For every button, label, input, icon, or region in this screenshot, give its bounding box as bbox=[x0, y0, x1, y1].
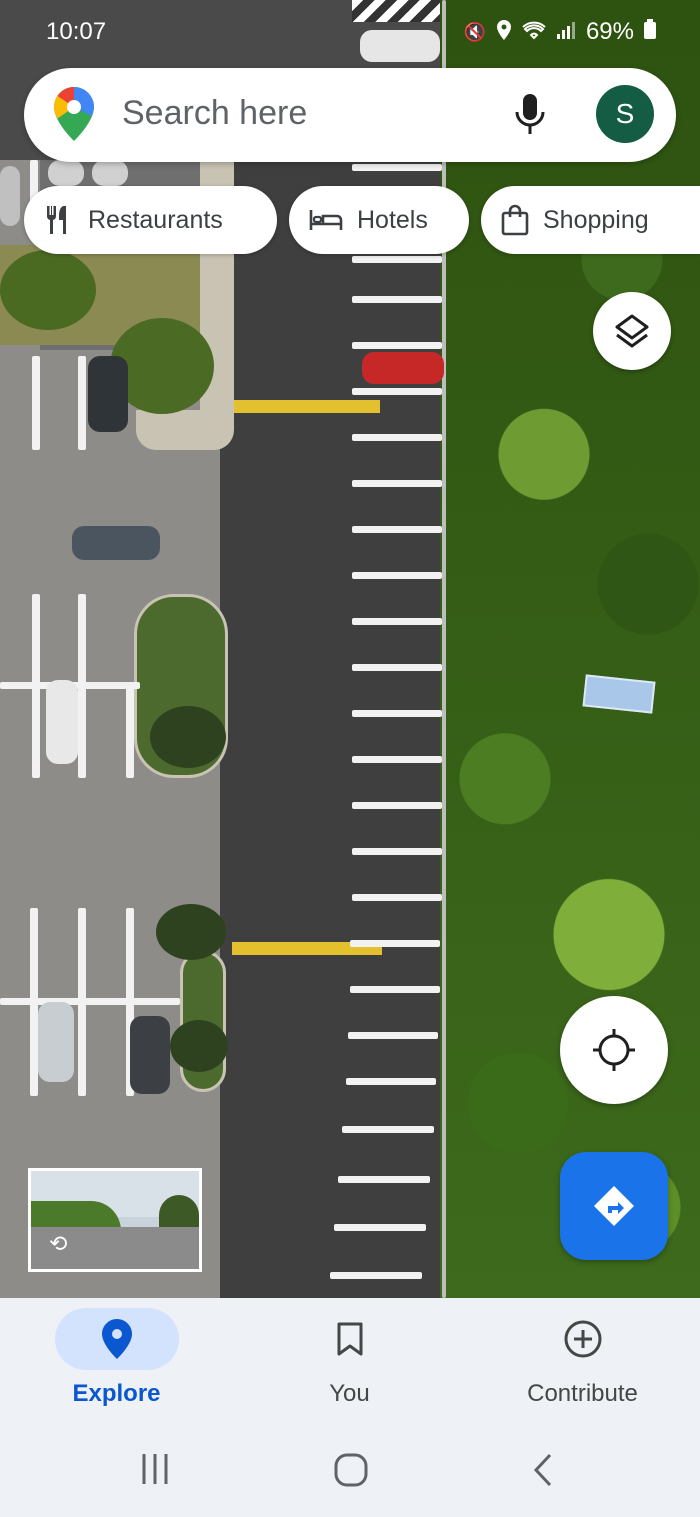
fork-knife-icon bbox=[46, 206, 66, 234]
explore-pin-icon bbox=[101, 1319, 132, 1359]
map-parking-line bbox=[342, 1126, 434, 1133]
chip-hotels[interactable]: Hotels bbox=[289, 186, 469, 254]
map-parking-line bbox=[330, 1272, 422, 1279]
tab-you-indicator bbox=[288, 1308, 412, 1370]
map-parking-line bbox=[352, 756, 442, 763]
directions-icon bbox=[594, 1186, 634, 1226]
recent-apps-icon[interactable] bbox=[140, 1452, 170, 1491]
map-parking-line bbox=[352, 526, 442, 533]
map-parking-line bbox=[352, 664, 442, 671]
tab-explore-indicator bbox=[54, 1308, 179, 1370]
map-tree bbox=[150, 706, 226, 768]
search-bar[interactable]: Search here S bbox=[24, 68, 676, 162]
map-car bbox=[88, 356, 128, 432]
signal-icon bbox=[556, 20, 576, 45]
map-parking-line bbox=[78, 356, 86, 450]
map-parking-line bbox=[352, 164, 442, 171]
map-parking-line bbox=[352, 342, 442, 349]
map-tree bbox=[170, 1020, 228, 1072]
layers-icon bbox=[615, 314, 649, 348]
map-car bbox=[72, 526, 160, 560]
google-maps-logo-icon bbox=[54, 87, 94, 141]
map-parking-line bbox=[352, 894, 442, 901]
my-location-button[interactable] bbox=[560, 996, 668, 1104]
map-parking-line bbox=[352, 480, 442, 487]
status-icons: 🔇 69% bbox=[464, 18, 656, 46]
map-parking-line bbox=[352, 296, 442, 303]
chip-label: Hotels bbox=[357, 205, 428, 234]
status-time: 10:07 bbox=[46, 18, 107, 45]
map-parking-line bbox=[0, 998, 180, 1005]
chip-label: Restaurants bbox=[88, 205, 223, 234]
tab-contribute-label: Contribute bbox=[527, 1380, 638, 1407]
map-tree bbox=[156, 904, 226, 960]
map-car bbox=[48, 160, 84, 186]
shopping-bag-icon bbox=[501, 204, 529, 236]
tab-contribute-indicator bbox=[521, 1308, 645, 1370]
tab-explore[interactable]: Explore bbox=[0, 1298, 233, 1428]
my-location-icon bbox=[593, 1029, 635, 1071]
map-parking-line bbox=[350, 940, 440, 947]
map-parking-line bbox=[352, 848, 442, 855]
layers-button[interactable] bbox=[593, 292, 671, 370]
map-parking-line bbox=[334, 1224, 426, 1231]
map-parking-line bbox=[352, 572, 442, 579]
status-bar: 10:07 🔇 69% bbox=[0, 0, 700, 62]
map-parking-line bbox=[352, 802, 442, 809]
microphone-icon[interactable] bbox=[512, 92, 548, 138]
map-parking-line bbox=[352, 256, 442, 263]
account-avatar[interactable]: S bbox=[596, 85, 654, 143]
map-car bbox=[362, 352, 444, 384]
back-icon[interactable] bbox=[530, 1452, 556, 1493]
home-icon[interactable] bbox=[333, 1452, 369, 1493]
avatar-letter: S bbox=[615, 98, 635, 129]
map-parking-line bbox=[348, 1032, 438, 1039]
street-view-thumbnail[interactable]: ⟲ bbox=[28, 1168, 202, 1272]
map-parking-line bbox=[346, 1078, 436, 1085]
tab-explore-label: Explore bbox=[72, 1380, 161, 1407]
map-parking-line bbox=[352, 388, 442, 395]
chip-restaurants[interactable]: Restaurants bbox=[24, 186, 277, 254]
map-parking-line bbox=[352, 710, 442, 717]
bed-icon bbox=[309, 210, 343, 230]
map-parking-line bbox=[338, 1176, 430, 1183]
wifi-icon bbox=[522, 20, 546, 45]
map-parking-line bbox=[32, 356, 40, 450]
tab-contribute[interactable]: Contribute bbox=[466, 1298, 699, 1428]
map-parking-line bbox=[126, 684, 134, 778]
map-parking-line bbox=[352, 434, 442, 441]
map-car bbox=[130, 1016, 170, 1094]
bookmark-icon bbox=[337, 1322, 362, 1356]
battery-text: 69% bbox=[585, 18, 634, 45]
map-parking-line bbox=[352, 618, 442, 625]
location-icon bbox=[496, 19, 512, 45]
map-car bbox=[92, 160, 128, 186]
search-input[interactable]: Search here bbox=[122, 94, 307, 133]
map-sidewalk bbox=[136, 410, 232, 450]
map-car bbox=[0, 166, 20, 226]
add-circle-icon bbox=[564, 1320, 601, 1358]
battery-icon bbox=[644, 18, 656, 46]
tab-you[interactable]: You bbox=[233, 1298, 466, 1428]
chip-shopping[interactable]: Shopping bbox=[481, 186, 700, 254]
map-car bbox=[38, 1002, 74, 1082]
map-tree bbox=[0, 250, 96, 330]
map-parking-lot-left bbox=[0, 350, 230, 1298]
map-car bbox=[46, 680, 78, 764]
chip-label: Shopping bbox=[543, 205, 649, 234]
map-yellow-line bbox=[234, 400, 380, 413]
tab-you-label: You bbox=[329, 1380, 370, 1407]
directions-button[interactable] bbox=[560, 1152, 668, 1260]
system-navigation-bar bbox=[0, 1430, 700, 1510]
map-parking-line bbox=[350, 986, 440, 993]
rotate-360-icon: ⟲ bbox=[49, 1231, 68, 1256]
mute-icon: 🔇 bbox=[463, 21, 486, 42]
